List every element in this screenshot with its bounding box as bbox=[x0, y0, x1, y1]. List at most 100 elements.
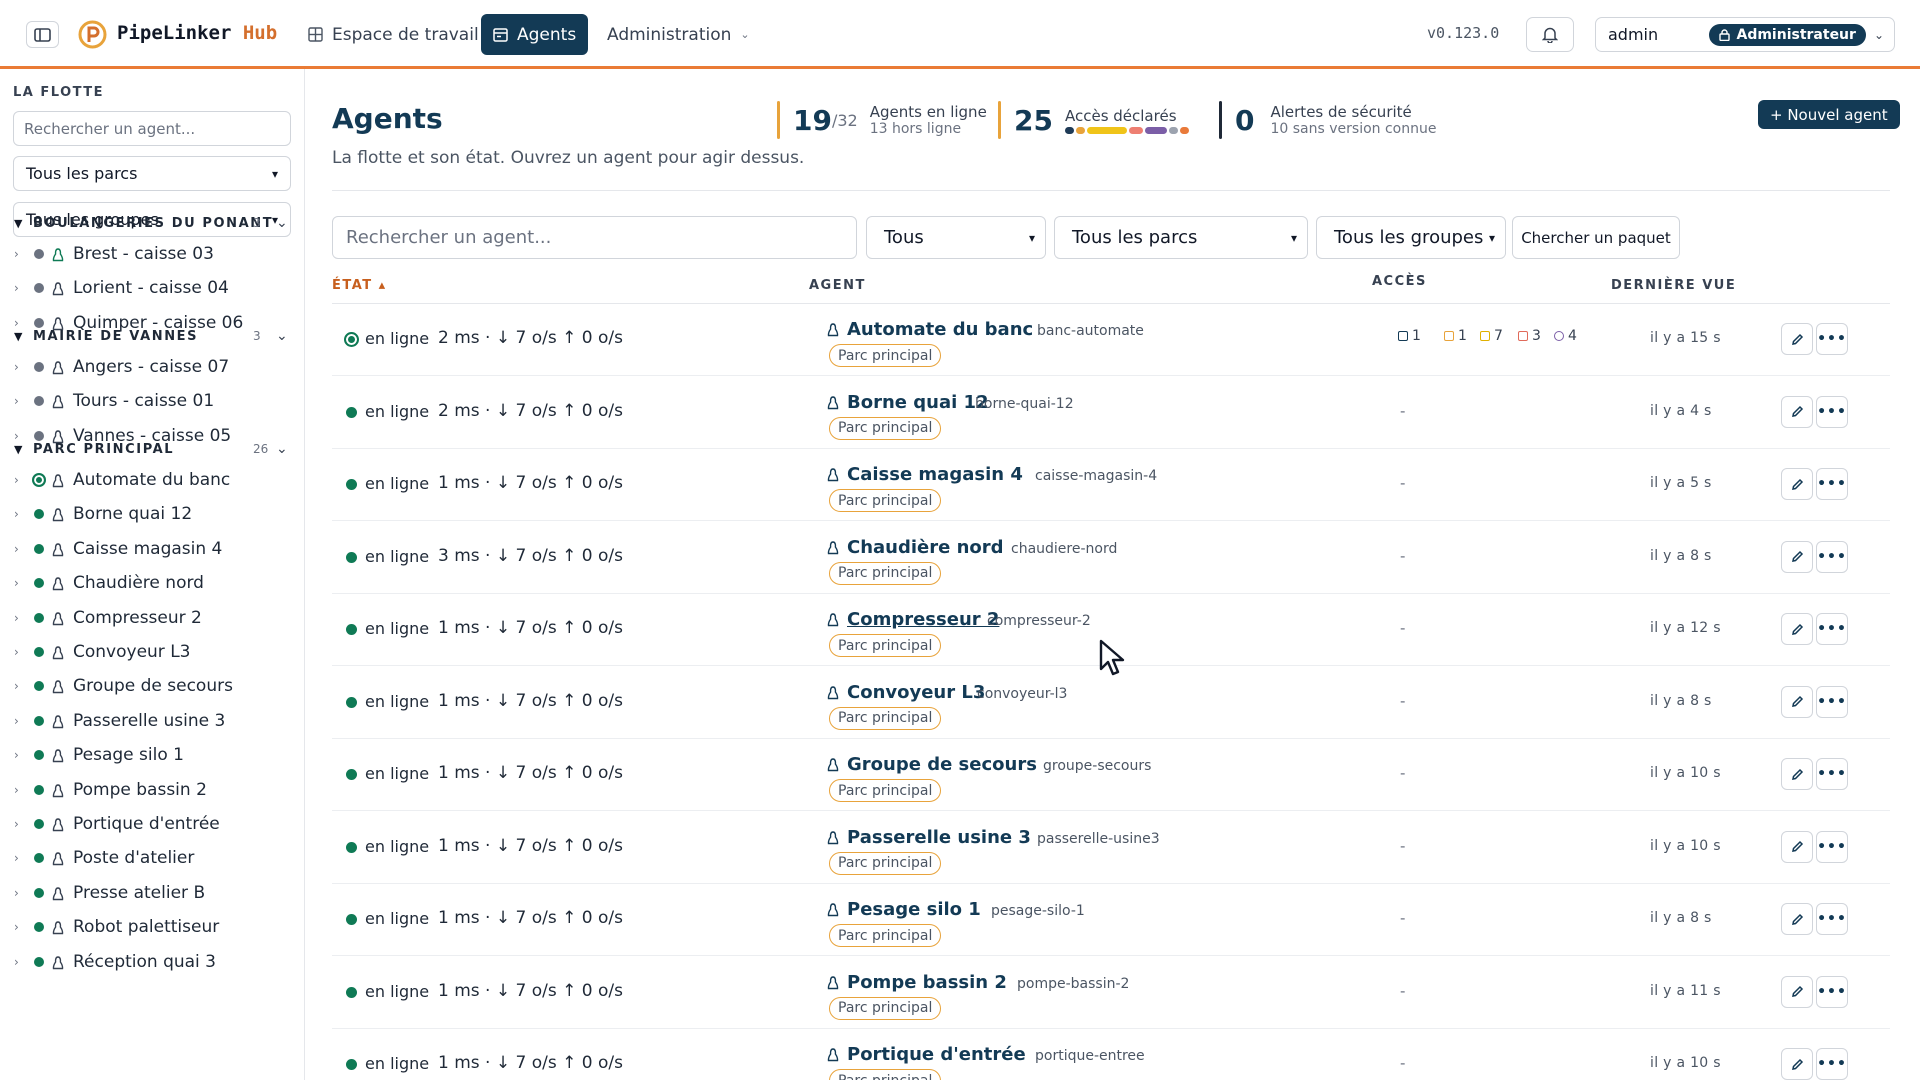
agent-name-link[interactable]: Borne quai 12 bbox=[847, 392, 989, 413]
state-filter-select[interactable]: Tous ▾ bbox=[866, 216, 1046, 259]
chevron-right-icon[interactable]: › bbox=[14, 817, 19, 831]
sidebar-group[interactable]: ▼ MAIRIE DE VANNES 3 ⌄ bbox=[0, 322, 304, 350]
edit-button[interactable] bbox=[1781, 540, 1813, 573]
chevron-right-icon[interactable]: › bbox=[14, 920, 19, 934]
access-counter[interactable]: 3 bbox=[1518, 328, 1541, 344]
more-actions-button[interactable]: ••• bbox=[1816, 540, 1848, 573]
edit-button[interactable] bbox=[1781, 830, 1813, 863]
more-actions-button[interactable]: ••• bbox=[1816, 830, 1848, 863]
table-row[interactable]: en ligne 3 ms · ↓ 7 o/s ↑ 0 o/s Chaudière … bbox=[332, 522, 1890, 594]
chevron-right-icon[interactable]: › bbox=[14, 576, 19, 590]
more-actions-button[interactable]: ••• bbox=[1816, 975, 1848, 1008]
chevron-right-icon[interactable]: › bbox=[14, 611, 19, 625]
table-row[interactable]: en ligne 2 ms · ↓ 7 o/s ↑ 0 o/s Borne quai… bbox=[332, 377, 1890, 449]
edit-button[interactable] bbox=[1781, 758, 1813, 790]
edit-button[interactable] bbox=[1781, 1048, 1813, 1080]
sidebar-agent-item[interactable]: › Convoyeur L3 bbox=[0, 637, 304, 667]
more-actions-button[interactable]: ••• bbox=[1816, 613, 1848, 645]
agent-name-link[interactable]: Caisse magasin 4 bbox=[847, 464, 1023, 485]
chevron-right-icon[interactable]: › bbox=[14, 247, 19, 261]
more-actions-button[interactable]: ••• bbox=[1816, 685, 1848, 718]
chevron-right-icon[interactable]: › bbox=[14, 955, 19, 969]
more-actions-button[interactable]: ••• bbox=[1816, 395, 1848, 428]
nav-administration[interactable]: Administration ⌄ bbox=[595, 14, 762, 55]
chevron-right-icon[interactable]: › bbox=[14, 473, 19, 487]
agent-name-link[interactable]: Compresseur 2 bbox=[847, 609, 999, 630]
sidebar-park-select[interactable]: Tous les parcs ▾ bbox=[13, 156, 291, 191]
collapse-icon[interactable]: ⌄ bbox=[276, 215, 288, 231]
sidebar-agent-item[interactable]: › Robot palettiseur bbox=[0, 912, 304, 942]
edit-button[interactable] bbox=[1781, 975, 1813, 1008]
column-header-access[interactable]: ACCÈS bbox=[1372, 274, 1427, 289]
chevron-right-icon[interactable]: › bbox=[14, 679, 19, 693]
table-row[interactable]: en ligne 1 ms · ↓ 7 o/s ↑ 0 o/s Pesage sil… bbox=[332, 884, 1890, 956]
chevron-right-icon[interactable]: › bbox=[14, 507, 19, 521]
more-actions-button[interactable]: ••• bbox=[1816, 1048, 1848, 1080]
collapse-icon[interactable]: ⌄ bbox=[276, 441, 288, 457]
chevron-right-icon[interactable]: › bbox=[14, 394, 19, 408]
sidebar-agent-item[interactable]: › Borne quai 12 bbox=[0, 499, 304, 529]
sidebar-agent-item[interactable]: › Groupe de secours bbox=[0, 671, 304, 701]
sidebar-group[interactable]: ▼ BOULANGERIES DU PONANT 3 ⌄ bbox=[0, 209, 304, 237]
table-row[interactable]: en ligne 1 ms · ↓ 7 o/s ↑ 0 o/s Groupe de … bbox=[332, 739, 1890, 811]
search-package-button[interactable]: Chercher un paquet bbox=[1512, 216, 1680, 259]
table-row[interactable]: en ligne 1 ms · ↓ 7 o/s ↑ 0 o/s Caisse mag… bbox=[332, 449, 1890, 521]
access-counter[interactable]: 1 bbox=[1398, 328, 1421, 344]
chevron-right-icon[interactable]: › bbox=[14, 886, 19, 900]
more-actions-button[interactable]: ••• bbox=[1816, 323, 1848, 355]
access-counter[interactable]: 1 bbox=[1444, 328, 1467, 344]
sidebar-agent-item[interactable]: › Brest - caisse 03 bbox=[0, 239, 304, 269]
column-header-state[interactable]: ÉTAT ▴ bbox=[332, 278, 387, 293]
notifications-button[interactable] bbox=[1526, 17, 1574, 52]
sidebar-agent-item[interactable]: › Pompe bassin 2 bbox=[0, 775, 304, 805]
column-header-last-seen[interactable]: DERNIÈRE VUE bbox=[1611, 278, 1736, 293]
edit-button[interactable] bbox=[1781, 323, 1813, 355]
edit-button[interactable] bbox=[1781, 468, 1813, 500]
user-menu[interactable]: admin Administrateur ⌄ bbox=[1595, 17, 1895, 52]
column-header-agent[interactable]: AGENT bbox=[809, 278, 866, 293]
sidebar-agent-item[interactable]: › Pesage silo 1 bbox=[0, 740, 304, 770]
chevron-right-icon[interactable]: › bbox=[14, 783, 19, 797]
table-row[interactable]: en ligne 2 ms · ↓ 7 o/s ↑ 0 o/s Automate d… bbox=[332, 304, 1890, 376]
chevron-right-icon[interactable]: › bbox=[14, 542, 19, 556]
agent-search-input[interactable]: Rechercher un agent... bbox=[332, 216, 857, 259]
sidebar-agent-item[interactable]: › Chaudière nord bbox=[0, 568, 304, 598]
agent-name-link[interactable]: Pesage silo 1 bbox=[847, 899, 981, 920]
agent-name-link[interactable]: Convoyeur L3 bbox=[847, 682, 985, 703]
group-filter-select[interactable]: Tous les groupes ▾ bbox=[1316, 216, 1506, 259]
agent-name-link[interactable]: Passerelle usine 3 bbox=[847, 827, 1031, 848]
agent-name-link[interactable]: Groupe de secours bbox=[847, 754, 1037, 775]
sidebar-search-input[interactable]: Rechercher un agent... bbox=[13, 111, 291, 146]
agent-name-link[interactable]: Chaudière nord bbox=[847, 537, 1004, 558]
sidebar-agent-item[interactable]: › Caisse magasin 4 bbox=[0, 534, 304, 564]
agent-name-link[interactable]: Portique d'entrée bbox=[847, 1044, 1026, 1065]
sidebar-agent-item[interactable]: › Compresseur 2 bbox=[0, 603, 304, 633]
more-actions-button[interactable]: ••• bbox=[1816, 758, 1848, 790]
chevron-right-icon[interactable]: › bbox=[14, 748, 19, 762]
table-row[interactable]: en ligne 1 ms · ↓ 7 o/s ↑ 0 o/s Passerelle… bbox=[332, 812, 1890, 884]
sidebar-agent-item[interactable]: › Réception quai 3 bbox=[0, 947, 304, 977]
access-counter[interactable]: 4 bbox=[1554, 328, 1577, 344]
sidebar-group[interactable]: ▼ PARC PRINCIPAL 26 ⌄ bbox=[0, 435, 304, 463]
table-row[interactable]: en ligne 1 ms · ↓ 7 o/s ↑ 0 o/s Pompe bass… bbox=[332, 957, 1890, 1029]
access-counter[interactable]: 7 bbox=[1480, 328, 1503, 344]
collapse-icon[interactable]: ⌄ bbox=[276, 328, 288, 344]
edit-button[interactable] bbox=[1781, 903, 1813, 935]
more-actions-button[interactable]: ••• bbox=[1816, 903, 1848, 935]
more-actions-button[interactable]: ••• bbox=[1816, 468, 1848, 500]
agent-name-link[interactable]: Automate du banc bbox=[847, 319, 1033, 340]
sidebar-agent-item[interactable]: › Poste d'atelier bbox=[0, 843, 304, 873]
sidebar-agent-item[interactable]: › Lorient - caisse 04 bbox=[0, 273, 304, 303]
edit-button[interactable] bbox=[1781, 685, 1813, 718]
nav-agents[interactable]: Agents bbox=[481, 14, 589, 55]
sidebar-agent-item[interactable]: › Presse atelier B bbox=[0, 878, 304, 908]
edit-button[interactable] bbox=[1781, 613, 1813, 645]
park-filter-select[interactable]: Tous les parcs ▾ bbox=[1054, 216, 1308, 259]
sidebar-agent-item[interactable]: › Tours - caisse 01 bbox=[0, 386, 304, 416]
chevron-right-icon[interactable]: › bbox=[14, 281, 19, 295]
table-row[interactable]: en ligne 1 ms · ↓ 7 o/s ↑ 0 o/s Portique d… bbox=[332, 1029, 1890, 1080]
app-brand[interactable]: PipeLinker Hub bbox=[117, 22, 277, 44]
chevron-right-icon[interactable]: › bbox=[14, 851, 19, 865]
toggle-sidebar-button[interactable] bbox=[26, 21, 59, 48]
sidebar-agent-item[interactable]: › Portique d'entrée bbox=[0, 809, 304, 839]
